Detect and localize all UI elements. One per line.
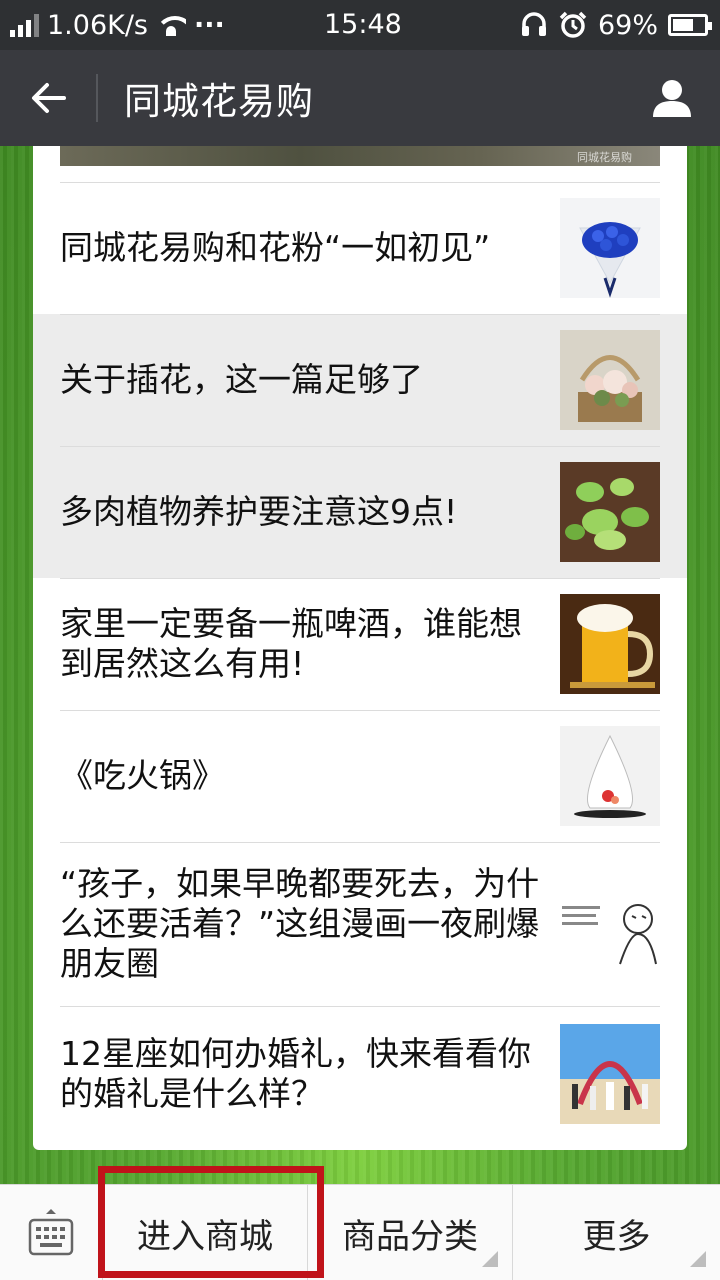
- comic-sketch-thumbnail: [560, 874, 660, 974]
- person-icon: [653, 80, 691, 117]
- enter-mall-button[interactable]: 进入商城: [103, 1185, 308, 1280]
- app-header: 同城花易购: [0, 50, 720, 146]
- clock: 15:48: [324, 9, 402, 40]
- article-card: 同城花易购 同城花易购和花粉“一如初见” 关于插花，这一篇足够了 多肉植物养护要…: [33, 146, 687, 1150]
- article-title: 12星座如何办婚礼，快来看看你的婚礼是什么样？: [60, 1034, 531, 1113]
- product-categories-button[interactable]: 商品分类: [308, 1185, 513, 1280]
- profile-button[interactable]: [624, 50, 720, 146]
- divider: [60, 710, 660, 711]
- top-banner-image[interactable]: 同城花易购: [60, 146, 660, 166]
- network-speed: 1.06K/s: [47, 9, 148, 41]
- keyboard-toggle-button[interactable]: [0, 1185, 103, 1280]
- banner-watermark: 同城花易购: [577, 151, 632, 164]
- enter-mall-label: 进入商城: [137, 1216, 273, 1257]
- arrow-left-icon: [32, 83, 66, 113]
- divider: [60, 1006, 660, 1007]
- back-button[interactable]: [0, 50, 96, 146]
- headset-icon: [521, 12, 546, 36]
- list-item[interactable]: 12星座如何办婚礼，快来看看你的婚礼是什么样？: [33, 1006, 687, 1142]
- list-item[interactable]: 同城花易购和花粉“一如初见”: [33, 182, 687, 314]
- bottom-menu-bar: 进入商城 商品分类 更多: [0, 1184, 720, 1280]
- product-categories-label: 商品分类: [342, 1216, 478, 1257]
- alarm-icon: [559, 11, 587, 38]
- flower-basket-thumbnail: [560, 330, 660, 430]
- divider: [60, 446, 660, 447]
- battery-percent: 69%: [597, 9, 658, 41]
- article-title: 《吃火锅》: [60, 756, 225, 795]
- beer-mug-thumbnail: [560, 594, 660, 694]
- article-title: “孩子，如果早晚都要死去，为什么还要活着？”这组漫画一夜刷爆朋友圈: [60, 864, 540, 983]
- list-item[interactable]: 关于插花，这一篇足够了: [33, 314, 687, 446]
- divider: [60, 182, 660, 183]
- submenu-corner-icon: [690, 1251, 706, 1267]
- submenu-corner-icon: [482, 1251, 498, 1267]
- signal-icon: [10, 13, 39, 37]
- status-bar: 1.06K/s ··· 15:48 69%: [0, 0, 720, 50]
- list-item[interactable]: 多肉植物养护要注意这9点!: [33, 446, 687, 578]
- glass-dessert-thumbnail: [560, 726, 660, 826]
- more-label: 更多: [582, 1216, 651, 1257]
- article-title: 关于插花，这一篇足够了: [60, 360, 423, 399]
- article-title: 家里一定要备一瓶啤酒，谁能想到居然这么有用!: [60, 604, 522, 683]
- article-title: 多肉植物养护要注意这9点!: [60, 492, 458, 531]
- succulents-thumbnail: [560, 462, 660, 562]
- wifi-icon: [156, 14, 186, 36]
- divider: [60, 314, 660, 315]
- page-title: 同城花易购: [124, 80, 314, 123]
- article-list: 同城花易购和花粉“一如初见” 关于插花，这一篇足够了 多肉植物养护要注意这9点!…: [33, 182, 687, 1142]
- list-item[interactable]: “孩子，如果早晚都要死去，为什么还要活着？”这组漫画一夜刷爆朋友圈: [33, 842, 687, 1006]
- divider: [60, 842, 660, 843]
- blue-rose-bouquet-thumbnail: [560, 198, 660, 298]
- divider: [60, 578, 660, 579]
- list-item[interactable]: 《吃火锅》: [33, 710, 687, 842]
- battery-icon: [668, 14, 712, 36]
- article-title: 同城花易购和花粉“一如初见”: [60, 228, 491, 267]
- beach-wedding-thumbnail: [560, 1024, 660, 1124]
- more-button[interactable]: 更多: [513, 1185, 720, 1280]
- more-dots: ···: [194, 9, 225, 41]
- keyboard-icon: [28, 1209, 74, 1256]
- list-item[interactable]: 家里一定要备一瓶啤酒，谁能想到居然这么有用!: [33, 578, 687, 710]
